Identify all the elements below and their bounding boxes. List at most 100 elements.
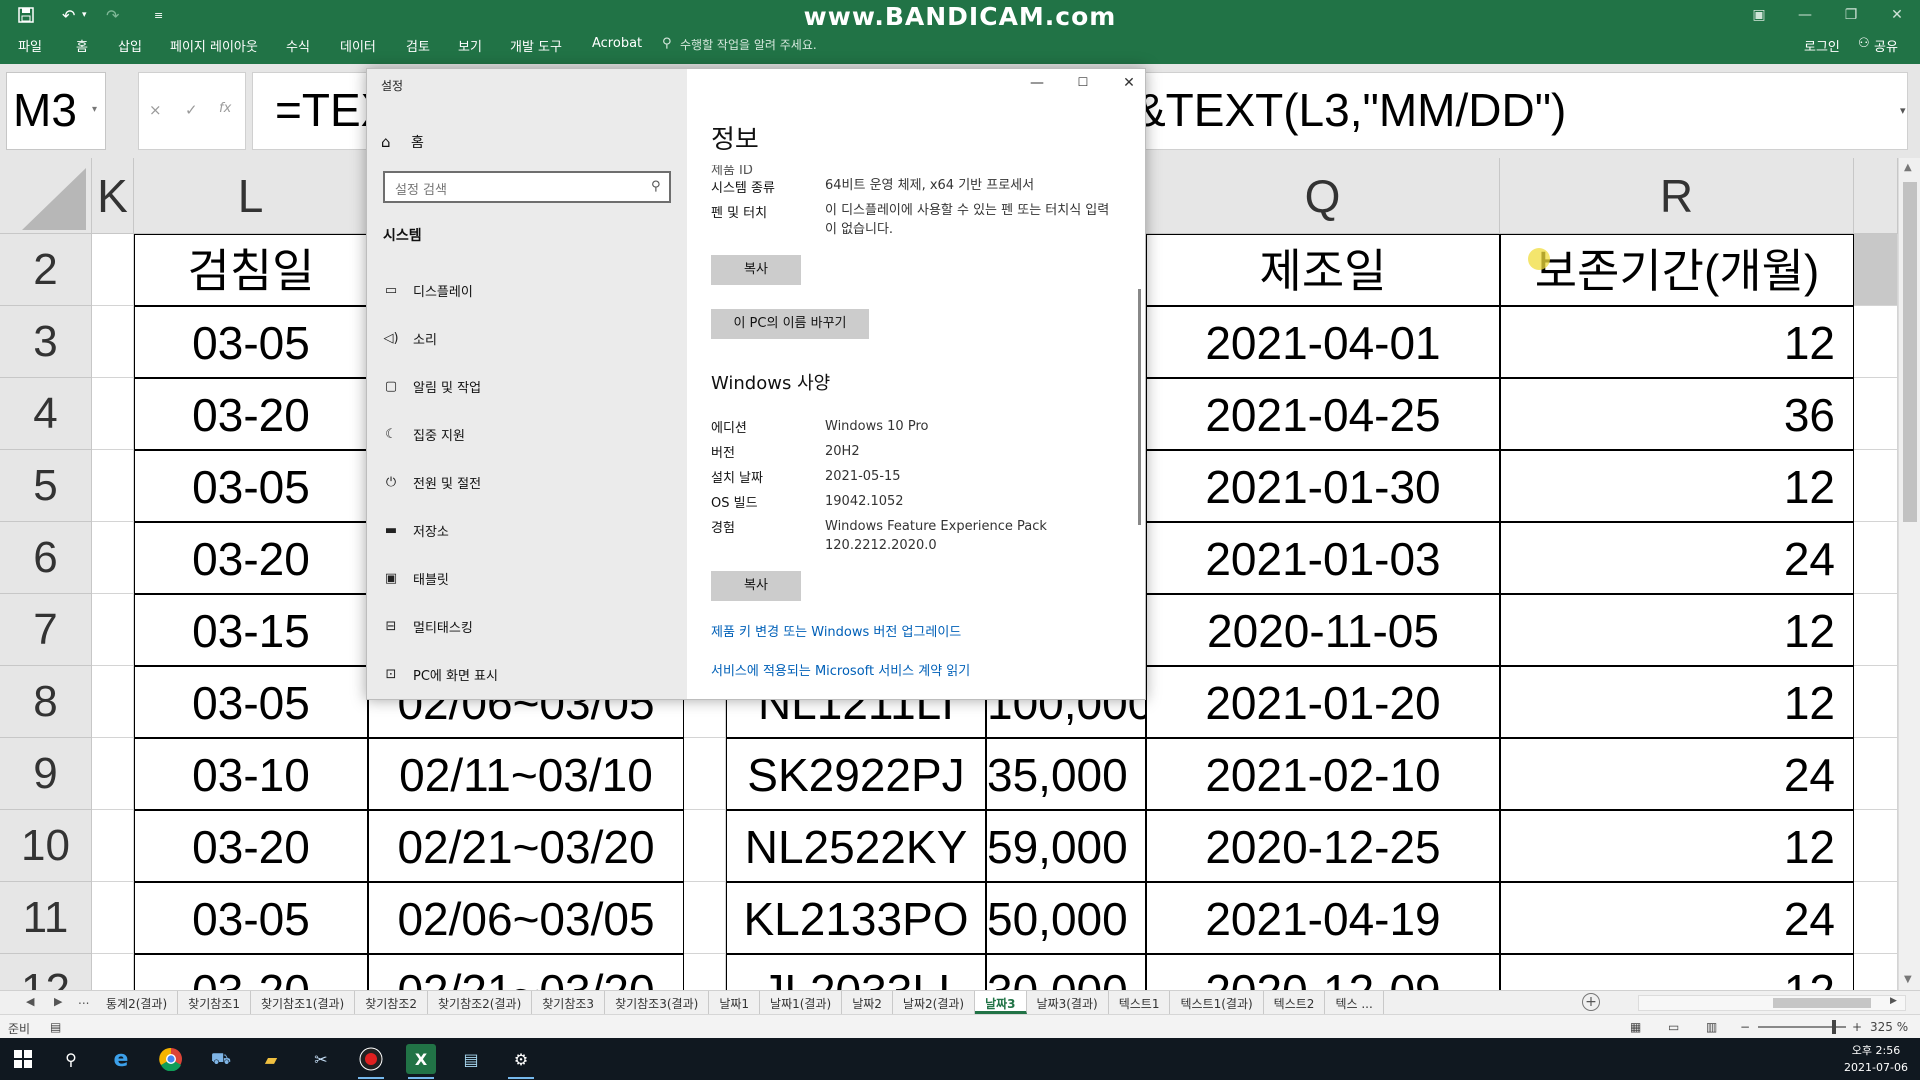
cell-K[interactable] — [92, 882, 134, 954]
settings-nav-multitask[interactable]: ⊟ 멀티태스킹 — [383, 613, 473, 639]
search-icon[interactable]: ⚲ — [56, 1044, 86, 1074]
cell-S[interactable] — [1854, 522, 1898, 594]
cell-L[interactable]: 03-05 — [134, 306, 368, 378]
cell-S2[interactable] — [1854, 234, 1898, 306]
select-all-corner[interactable] — [0, 158, 92, 234]
cell-gap[interactable] — [684, 954, 726, 990]
cell-gap[interactable] — [684, 738, 726, 810]
login-link[interactable]: 로그인 — [1804, 36, 1840, 55]
cell-K[interactable] — [92, 666, 134, 738]
restore-icon[interactable]: ❐ — [1836, 4, 1866, 26]
prev-sheet-icon[interactable]: ◀ — [26, 995, 34, 1008]
menu-page-layout[interactable]: 페이지 레이아웃 — [170, 36, 258, 55]
cell-K2[interactable] — [92, 234, 134, 306]
cell-L[interactable]: 03-10 — [134, 738, 368, 810]
bandicam-record-icon[interactable] — [356, 1044, 386, 1079]
sheet-tab[interactable]: 텍스 ... — [1325, 991, 1384, 1014]
cell-gap[interactable] — [684, 882, 726, 954]
row-header[interactable]: 5 — [0, 450, 92, 522]
cell-R[interactable]: 12 — [1500, 450, 1854, 522]
horizontal-scrollbar[interactable] — [1638, 995, 1906, 1011]
cell-P[interactable]: 35,000 — [986, 738, 1146, 810]
cell-S[interactable] — [1854, 666, 1898, 738]
cell-L[interactable]: 03-20 — [134, 810, 368, 882]
settings-nav-display[interactable]: ▭ 디스플레이 — [383, 277, 473, 303]
sheet-tab[interactable]: 텍스트1 — [1109, 991, 1171, 1014]
hscroll-right-icon[interactable]: ▶ — [1890, 996, 1897, 1006]
row-header[interactable]: 4 — [0, 378, 92, 450]
cell-S[interactable] — [1854, 810, 1898, 882]
cell-R[interactable]: 12 — [1500, 666, 1854, 738]
chrome-icon[interactable] — [156, 1044, 186, 1074]
cell-Q[interactable]: 2020-11-05 — [1146, 594, 1500, 666]
row-header[interactable]: 8 — [0, 666, 92, 738]
windows-start-icon[interactable] — [8, 1044, 38, 1074]
sheet-tab[interactable]: 찾기참조3(결과) — [605, 991, 710, 1014]
cell-K[interactable] — [92, 522, 134, 594]
minimize-icon[interactable]: — — [1790, 4, 1820, 26]
col-header-L[interactable]: L — [134, 158, 368, 234]
notepad-icon[interactable]: ▤ — [456, 1044, 486, 1074]
name-box[interactable]: M3 — [6, 72, 106, 150]
cell-K[interactable] — [92, 306, 134, 378]
cell-M[interactable]: 02/21~03/20 — [368, 810, 684, 882]
settings-nav-focus-moon[interactable]: ☾ 집중 지원 — [383, 421, 465, 447]
cell-L[interactable]: 03-20 — [134, 954, 368, 990]
cell-S[interactable] — [1854, 594, 1898, 666]
header-cell-R[interactable]: 보존기간(개월) — [1500, 234, 1854, 306]
menu-file[interactable]: 파일 — [18, 36, 42, 55]
cell-M[interactable]: 02/11~03/10 — [368, 738, 684, 810]
row-header[interactable]: 12 — [0, 954, 92, 990]
cell-S[interactable] — [1854, 954, 1898, 990]
cell-S[interactable] — [1854, 378, 1898, 450]
menu-formulas[interactable]: 수식 — [286, 36, 310, 55]
share-button[interactable]: 공유 — [1874, 36, 1898, 55]
sheet-tab[interactable]: 찾기참조1 — [178, 991, 251, 1014]
cell-R[interactable]: 36 — [1500, 378, 1854, 450]
page-layout-view-icon[interactable]: ▭ — [1668, 1020, 1679, 1034]
close-icon[interactable]: ✕ — [1115, 75, 1143, 91]
cell-S[interactable] — [1854, 306, 1898, 378]
sheet-tab[interactable]: 텍스트1(결과) — [1170, 991, 1264, 1014]
menu-data[interactable]: 데이터 — [340, 36, 376, 55]
cell-Q[interactable]: 2020-12-25 — [1146, 810, 1500, 882]
vertical-scrollbar[interactable]: ▲ ▼ — [1898, 158, 1920, 990]
more-sheets-left[interactable]: ... — [78, 993, 89, 1007]
sheet-tab[interactable]: 날짜3 — [975, 991, 1027, 1014]
rename-pc-button[interactable]: 이 PC의 이름 바꾸기 — [711, 309, 869, 339]
row-header[interactable]: 10 — [0, 810, 92, 882]
name-box-dropdown-icon[interactable]: ▾ — [92, 104, 97, 115]
sheet-tab[interactable]: 통계2(결과) — [96, 991, 179, 1014]
share-icon[interactable]: ⚇ — [1858, 36, 1870, 51]
sheet-tab[interactable]: 찾기참조2(결과) — [428, 991, 533, 1014]
product-key-link[interactable]: 제품 키 변경 또는 Windows 버전 업그레이드 — [711, 621, 961, 640]
normal-view-icon[interactable]: ▦ — [1630, 1020, 1641, 1034]
col-header-S[interactable] — [1854, 158, 1898, 234]
row-header[interactable]: 2 — [0, 234, 92, 306]
cell-L[interactable]: 03-05 — [134, 450, 368, 522]
vertical-scroll-thumb[interactable] — [1903, 182, 1917, 522]
cell-Q[interactable]: 2021-01-20 — [1146, 666, 1500, 738]
copy-spec-button[interactable]: 복사 — [711, 571, 801, 601]
snipping-tool-icon[interactable]: ✂ — [306, 1044, 336, 1074]
excel-icon[interactable]: X — [406, 1044, 436, 1079]
settings-search-input[interactable]: 설정 검색 — [383, 171, 671, 203]
header-cell-L[interactable]: 검침일 — [134, 234, 368, 306]
cell-N[interactable]: JL2033LI — [726, 954, 986, 990]
cell-P[interactable]: 30,000 — [986, 954, 1146, 990]
zoom-in-icon[interactable]: + — [1852, 1020, 1862, 1034]
zoom-out-icon[interactable]: − — [1740, 1020, 1750, 1034]
col-header-R[interactable]: R — [1500, 158, 1854, 234]
cell-N[interactable]: SK2922PJ — [726, 738, 986, 810]
settings-gear-icon[interactable]: ⚙ — [506, 1044, 536, 1079]
cell-S[interactable] — [1854, 738, 1898, 810]
cell-R[interactable]: 24 — [1500, 738, 1854, 810]
cell-M[interactable]: 02/21~03/20 — [368, 954, 684, 990]
enter-icon[interactable]: ✓ — [185, 101, 198, 119]
cell-S[interactable] — [1854, 882, 1898, 954]
lightbulb-icon[interactable]: ⚲ — [662, 36, 672, 51]
cell-Q[interactable]: 2021-04-19 — [1146, 882, 1500, 954]
settings-window[interactable]: 설정 ⌂ 홈 설정 검색 ⚲ 시스템 ▭ 디스플레이 ◁) 소리 ▢ 알림 및 작업 ☾ 집중… — [366, 68, 1146, 700]
cell-R[interactable]: 12 — [1500, 954, 1854, 990]
cell-Q[interactable]: 2021-04-25 — [1146, 378, 1500, 450]
